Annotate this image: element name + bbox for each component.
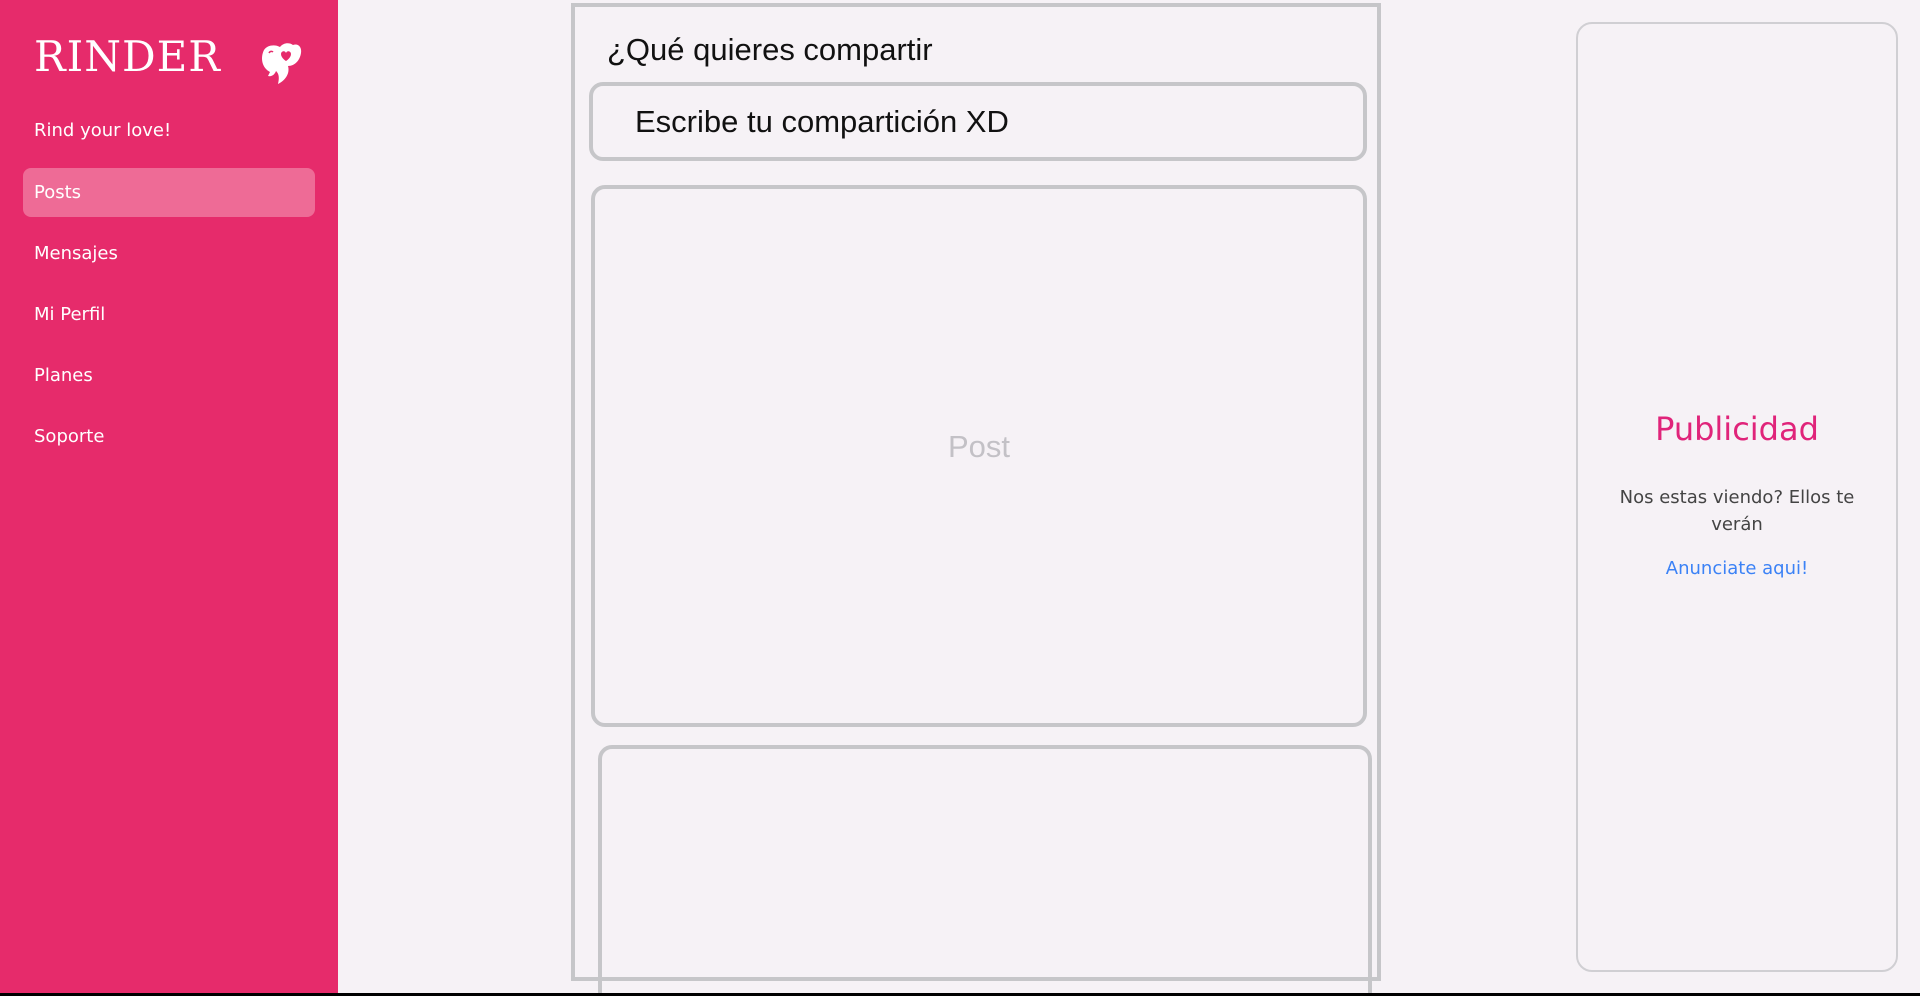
heart-logo-icon [262, 43, 302, 84]
brand-name: RINDER [34, 32, 221, 81]
sidebar-item-posts[interactable]: Posts [23, 168, 315, 217]
feed-panel: ¿Qué quieres compartir Post [571, 3, 1381, 993]
post-placeholder-label: Post [947, 429, 1011, 464]
advertise-link[interactable]: Anunciate aqui! [1578, 558, 1896, 579]
ad-panel: Publicidad Nos estas viendo? Ellos te ve… [1576, 22, 1898, 972]
ad-text: Nos estas viendo? Ellos te verán [1619, 487, 1855, 535]
ad-title: Publicidad [1655, 410, 1819, 448]
sidebar-item-mi-perfil[interactable]: Mi Perfil [23, 290, 315, 339]
sidebar: RINDER Rind your love! Posts Mensajes Mi… [0, 0, 338, 993]
share-prompt-title: ¿Qué quieres compartir [607, 32, 933, 67]
sidebar-item-mensajes[interactable]: Mensajes [23, 229, 315, 278]
app-window: RINDER Rind your love! Posts Mensajes Mi… [0, 0, 1920, 993]
tagline: Rind your love! [34, 120, 172, 141]
post-card[interactable] [598, 745, 1372, 993]
sidebar-item-soporte[interactable]: Soporte [23, 412, 315, 461]
post-card[interactable]: Post [591, 185, 1367, 727]
share-input[interactable] [589, 82, 1367, 161]
sidebar-item-planes[interactable]: Planes [23, 351, 315, 400]
sidebar-nav: Posts Mensajes Mi Perfil Planes Soporte [23, 168, 315, 473]
